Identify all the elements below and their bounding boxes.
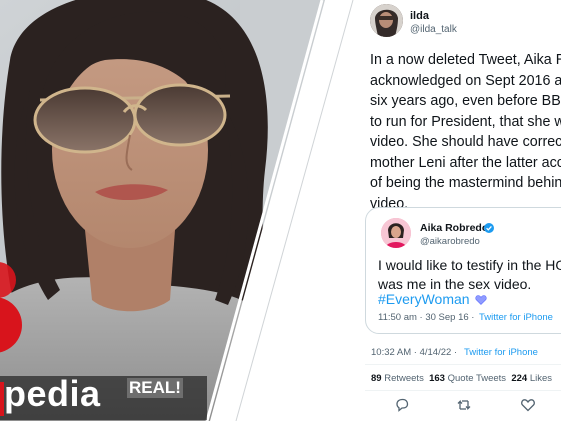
divider [365, 364, 561, 365]
quote-author-handle[interactable]: @aikarobredo [420, 236, 480, 247]
quote-author-name[interactable]: Aika Robredo [420, 222, 488, 234]
quotes-label[interactable]: Quote Tweets [448, 373, 506, 384]
heart-icon [475, 295, 487, 305]
reply-icon[interactable] [394, 397, 410, 413]
retweets-label[interactable]: Retweets [384, 373, 424, 384]
quotes-count[interactable]: 163 [429, 373, 445, 384]
composite-image: pedia REAL! ilda @ilda_talk In a now del… [0, 0, 561, 421]
retweets-count[interactable]: 89 [371, 373, 382, 384]
quote-hashtag[interactable]: #EveryWoman [378, 291, 470, 307]
verified-icon [484, 223, 494, 233]
brand-fragment: pedia [4, 373, 101, 414]
author-name[interactable]: ilda [410, 10, 429, 22]
quote-timestamp[interactable]: 11:50 am · 30 Sep 16 · [378, 312, 474, 323]
likes-count[interactable]: 224 [511, 373, 527, 384]
quote-text: I would like to testify in the HO was me… [378, 257, 561, 292]
author-avatar[interactable] [370, 4, 403, 37]
tweet-source[interactable]: Twitter for iPhone [464, 347, 538, 358]
divider [365, 390, 561, 391]
likes-label[interactable]: Likes [530, 373, 552, 384]
retweet-icon[interactable] [456, 397, 472, 413]
quote-source[interactable]: Twitter for iPhone [479, 312, 553, 323]
quote-author-avatar[interactable] [381, 218, 411, 248]
tweet-stats: 89 Retweets 163 Quote Tweets 224 Likes [371, 373, 552, 384]
author-handle[interactable]: @ilda_talk [410, 24, 457, 35]
tweet-body: In a now deleted Tweet, Aika Ro acknowle… [370, 52, 561, 212]
tweet-timestamp[interactable]: 10:32 AM · 4/14/22 · [371, 347, 457, 358]
shirt-print: REAL! [127, 378, 183, 398]
like-icon[interactable] [520, 397, 536, 413]
